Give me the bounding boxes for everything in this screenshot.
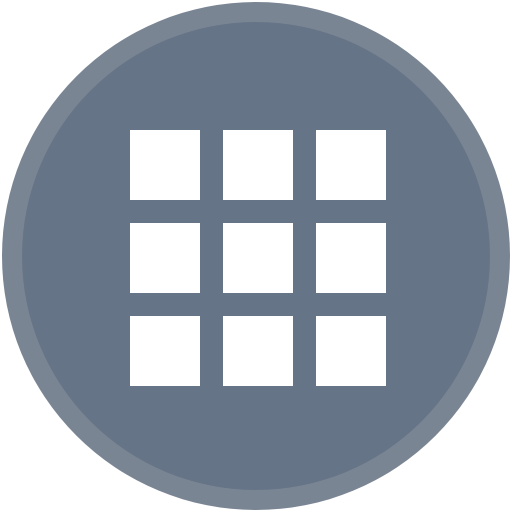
grid-tile	[223, 130, 293, 200]
grid-icon	[130, 130, 386, 386]
grid-tile	[130, 316, 200, 386]
app-launcher-button[interactable]	[2, 2, 510, 510]
grid-tile	[316, 223, 386, 293]
grid-tile	[316, 130, 386, 200]
grid-tile	[223, 316, 293, 386]
grid-tile	[130, 130, 200, 200]
grid-icon-svg	[130, 130, 386, 386]
app-launcher-stage	[0, 0, 512, 512]
grid-tile	[223, 223, 293, 293]
grid-tile	[130, 223, 200, 293]
grid-tile	[316, 316, 386, 386]
